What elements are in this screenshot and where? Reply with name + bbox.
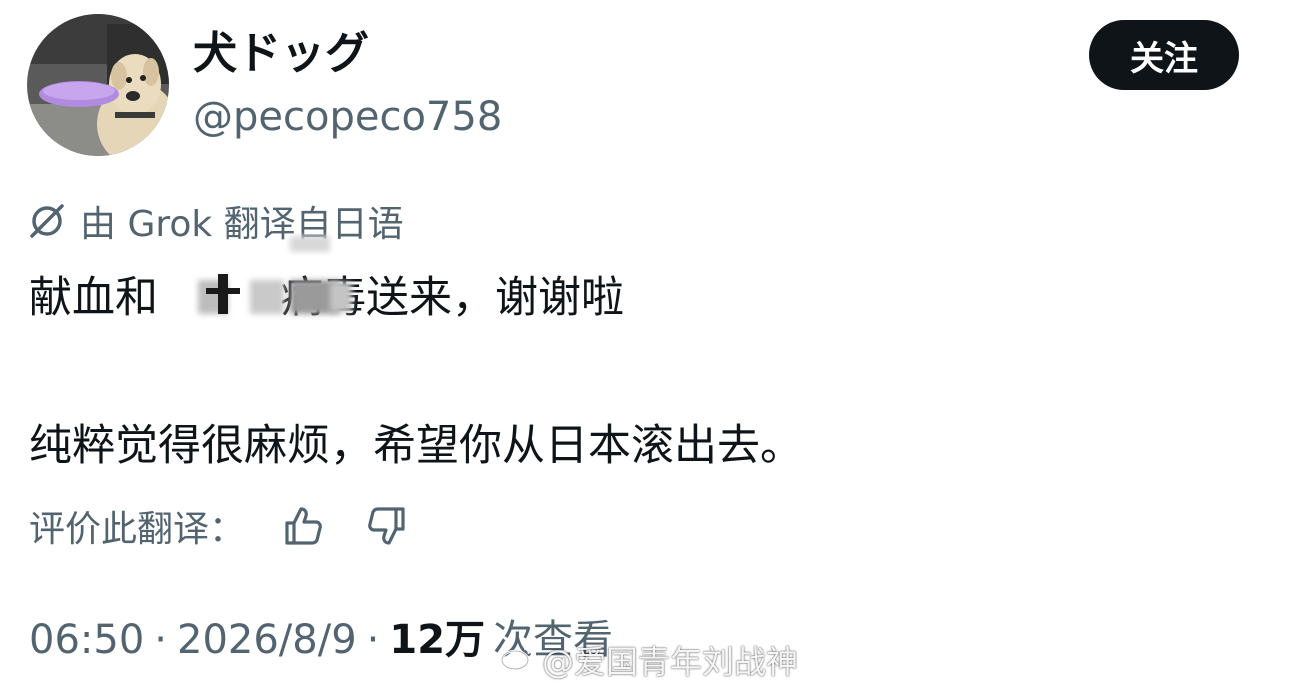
tweet-text-line-1-start: 献血和 [29,273,158,323]
avatar[interactable] [27,14,169,156]
tweet-time[interactable]: 06:50 [29,614,144,666]
meta-separator: · [366,617,380,663]
tweet-text-line-1-end: 病毒送来，谢谢啦 [280,273,624,323]
views-label: 次查看 [493,617,614,663]
meta-separator: · [154,617,167,663]
tweet-text-line-2: 纯粹觉得很麻烦，希望你从日本滚出去。 [29,421,803,471]
user-handle[interactable]: @pecopeco758 [193,93,502,141]
thumbs-down-icon[interactable] [365,504,409,548]
display-name[interactable]: 犬ドッグ [193,26,369,82]
views-count[interactable]: 12万 [389,614,485,666]
rate-translation-label: 评价此翻译： [29,509,246,550]
tweet-meta: 06:50 · 2026/8/9 · 12万 次查看 [29,614,613,666]
tweet-date[interactable]: 2026/8/9 [177,614,357,666]
dog-with-frisbee-avatar [27,14,169,156]
tweet-text-line-1: 献血和 病毒送来，谢谢啦 [29,270,624,326]
translation-banner: 由 Grok 翻译自日语 [28,198,404,245]
translation-label: 由 Grok 翻译自日语 [80,204,404,245]
grok-icon [28,202,66,240]
thumbs-up-icon[interactable] [281,504,325,548]
rate-translation: 评价此翻译： [29,503,409,550]
follow-button[interactable]: 关注 [1089,20,1239,90]
